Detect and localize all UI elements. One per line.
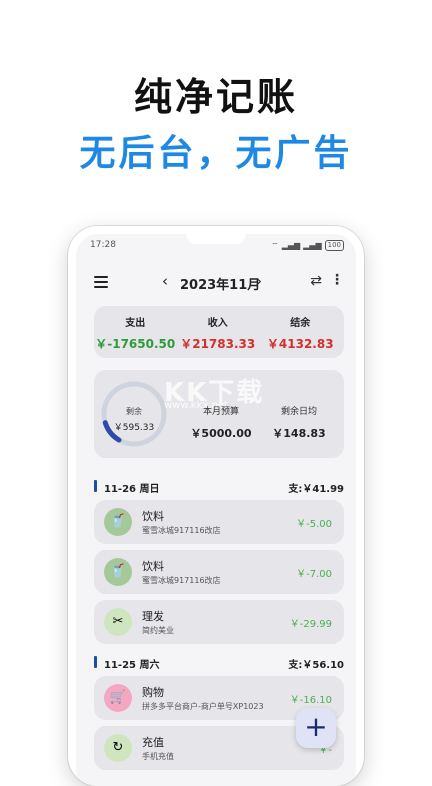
budget-card[interactable]: 剩余 ￥595.33 KK下载 www.kkx.net 本月预算 ￥5000.0… — [94, 370, 344, 458]
signal-icon-2: ▂▄▆ — [303, 241, 322, 250]
balance-summary: 结余 ￥4132.83 — [259, 314, 342, 352]
day-header: 11-25 周六 支:￥56.10 — [94, 654, 344, 671]
cart-icon: 🛒 — [104, 684, 132, 712]
month-label[interactable]: 2023年11月 — [180, 274, 260, 293]
expense-value: ￥-17650.50 — [95, 337, 176, 351]
income-value: ￥21783.33 — [180, 337, 256, 351]
cup-icon: 🥤 — [104, 508, 132, 536]
wifi-icon: ⌔ — [271, 240, 279, 250]
promo-title: 纯净记账 — [133, 75, 298, 119]
summary-card: 支出 ￥-17650.50 收入 ￥21783.33 结余 ￥4132.83 — [94, 306, 344, 358]
app-screen: 17:28 ⌔ ▂▄▆ ▂▄▆ 100 ‹ 2023年11月 › ⇄ ⋮ 支出 … — [76, 234, 356, 786]
next-month-button[interactable]: › — [256, 272, 262, 290]
menu-icon[interactable] — [94, 276, 108, 288]
remaining-label: 剩余 — [126, 407, 142, 416]
status-time: 17:28 — [90, 240, 116, 250]
monthly-budget: 本月预算 ￥5000.00 — [190, 407, 252, 440]
day-header: 11-26 周日 支:￥41.99 — [94, 478, 344, 495]
battery-icon: 100 — [324, 240, 344, 251]
recharge-icon: ↻ — [104, 734, 132, 762]
phone-frame: 17:28 ⌔ ▂▄▆ ▂▄▆ 100 ‹ 2023年11月 › ⇄ ⋮ 支出 … — [68, 226, 364, 786]
expense-summary: 支出 ￥-17650.50 — [95, 318, 176, 351]
transaction-item[interactable]: ✂ 理发 简约美业 ￥-29.99 — [94, 600, 344, 644]
cup-icon: 🥤 — [104, 558, 132, 586]
promo-subtitle: 无后台，无广告 — [79, 133, 353, 174]
remaining-value: ￥595.33 — [113, 423, 155, 433]
camera-notch — [186, 234, 246, 244]
transaction-item[interactable]: 🥤 饮料 蜜雪冰城917116改店 ￥-5.00 — [94, 500, 344, 544]
app-bar: ‹ 2023年11月 › ⇄ ⋮ — [76, 270, 356, 296]
prev-month-button[interactable]: ‹ — [162, 272, 168, 290]
more-vertical-icon[interactable]: ⋮ — [330, 272, 344, 288]
swap-person-icon[interactable]: ⇄ — [310, 273, 322, 289]
scissors-icon: ✂ — [104, 608, 132, 636]
status-bar: 17:28 ⌔ ▂▄▆ ▂▄▆ 100 — [76, 234, 356, 256]
add-record-button[interactable]: + — [296, 708, 336, 748]
income-summary: 收入 ￥21783.33 — [177, 314, 260, 352]
daily-average: 剩余日均 ￥148.83 — [272, 407, 326, 440]
transaction-item[interactable]: 🥤 饮料 蜜雪冰城917116改店 ￥-7.00 — [94, 550, 344, 594]
signal-icon: ▂▄▆ — [281, 241, 301, 250]
balance-value: ￥4132.83 — [266, 337, 334, 351]
